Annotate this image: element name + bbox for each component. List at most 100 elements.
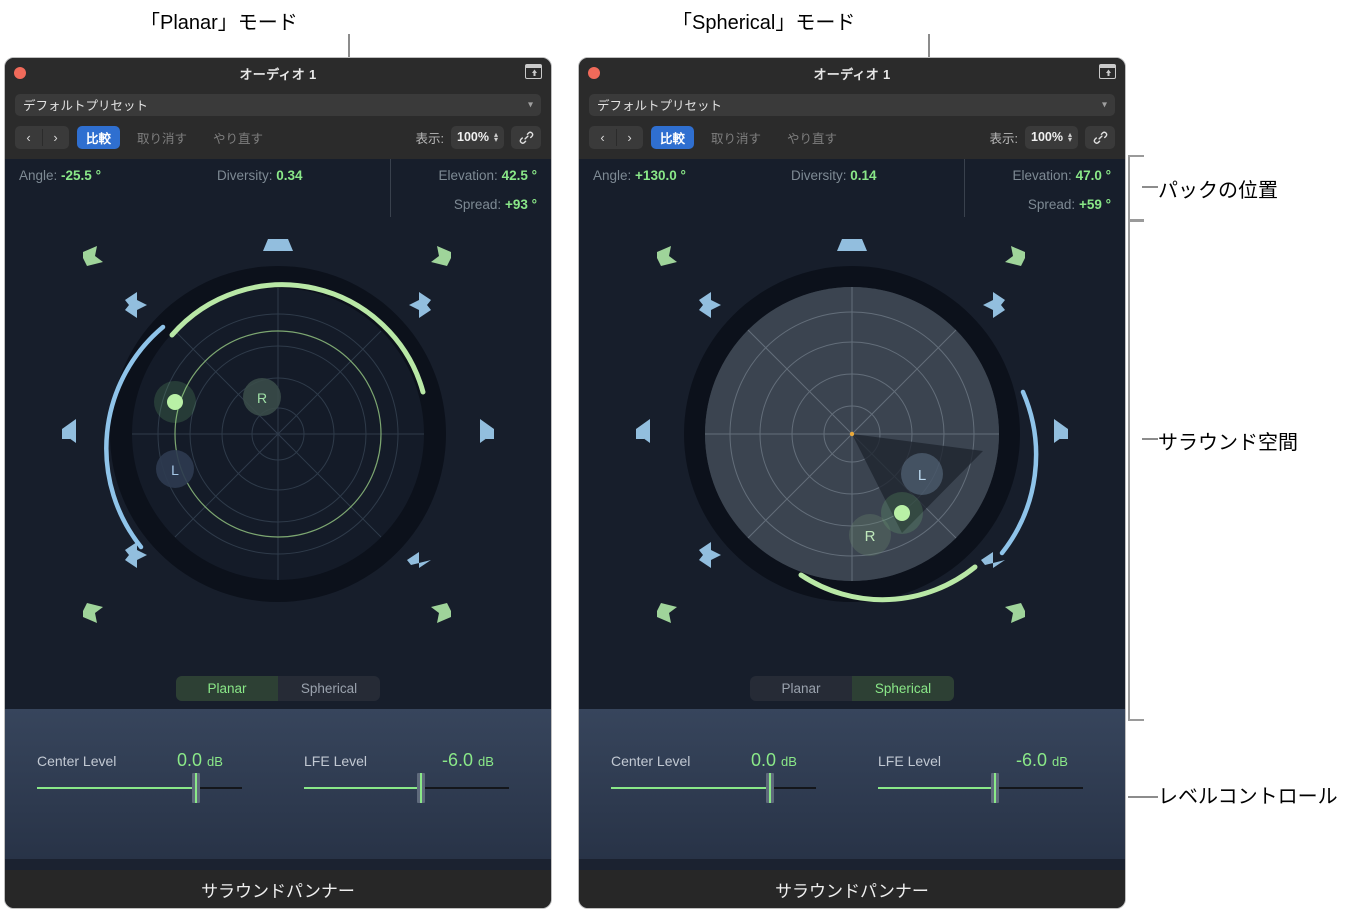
level-controls-planar: Center Level 0.0 dB LFE Level -6.0 dB [5, 709, 551, 859]
preset-select[interactable]: デフォルトプリセット ▾ [589, 93, 1115, 116]
mode-segment-group[interactable]: Planar Spherical [750, 676, 954, 701]
nav-button-group: ‹ › [15, 125, 69, 149]
surround-panner-planar[interactable]: R L Planar Spherical [5, 217, 551, 709]
param-elevation-value: 42.5 ° [501, 168, 537, 183]
window-title: オーディオ 1 [239, 66, 317, 82]
param-angle-label: Angle: [593, 168, 632, 183]
close-dot-icon[interactable] [14, 67, 26, 79]
center-level-thumb[interactable] [766, 773, 774, 803]
toolbar-planar: ‹ › 比較 取り消す やり直す 表示: 100% ▴ ▾ [5, 121, 551, 159]
param-spread[interactable]: Spread: +59 ° [1028, 197, 1111, 212]
param-diversity[interactable]: Diversity: 0.34 [217, 168, 303, 183]
prev-preset-button[interactable]: ‹ [15, 126, 42, 149]
param-diversity-label: Diversity: [791, 168, 847, 183]
titlebar-planar: オーディオ 1 [5, 58, 551, 88]
close-dot-icon[interactable] [588, 67, 600, 79]
param-diversity-value: 0.34 [276, 168, 303, 183]
expand-window-icon[interactable] [525, 64, 542, 79]
param-angle-value: -25.5 ° [61, 168, 101, 183]
lfe-level-thumb[interactable] [417, 773, 425, 803]
view-zoom-value: 100% [457, 130, 489, 144]
param-spread-label: Spread: [1027, 197, 1076, 212]
param-elevation-label: Elevation: [1012, 168, 1072, 183]
view-zoom-stepper[interactable]: 100% ▴ ▾ [451, 125, 504, 149]
callout-puck-position: パックの位置 [1158, 180, 1278, 202]
view-label: 表示: [415, 131, 444, 146]
param-spread-value: +59 ° [1078, 197, 1111, 212]
link-chain-icon[interactable] [511, 125, 541, 149]
param-readout-planar: Angle: -25.5 ° Diversity: 0.34 Elevation… [5, 159, 551, 217]
expand-window-icon[interactable] [1099, 64, 1116, 79]
plugin-window-planar[interactable]: オーディオ 1 デフォルトプリセット ▾ ‹ › 比較 取り消す やり直す 表示… [4, 57, 552, 909]
preset-value: デフォルトプリセット [23, 99, 149, 113]
param-diversity[interactable]: Diversity: 0.14 [791, 168, 877, 183]
footer-label: サラウンドパンナー [201, 881, 355, 901]
param-diversity-label: Diversity: [217, 168, 273, 183]
prev-preset-button[interactable]: ‹ [589, 126, 616, 149]
center-level-track[interactable] [611, 773, 816, 803]
mode-segmented-planar[interactable]: Planar Spherical [5, 676, 551, 701]
param-divider [964, 159, 965, 217]
param-elevation[interactable]: Elevation: 47.0 ° [1013, 168, 1112, 183]
mode-planar-button[interactable]: Planar [750, 676, 852, 701]
mode-spherical-button[interactable]: Spherical [852, 676, 954, 701]
lfe-level-track[interactable] [878, 773, 1083, 803]
center-level-track[interactable] [37, 773, 242, 803]
stepper-updown-icon: ▴ ▾ [493, 130, 498, 144]
redo-button[interactable]: やり直す [778, 126, 846, 149]
param-divider [390, 159, 391, 217]
next-preset-button[interactable]: › [42, 126, 69, 149]
preset-select[interactable]: デフォルトプリセット ▾ [15, 93, 541, 116]
param-elevation-value: 47.0 ° [1075, 168, 1111, 183]
param-elevation[interactable]: Elevation: 42.5 ° [439, 168, 538, 183]
mode-segmented-spherical[interactable]: Planar Spherical [579, 676, 1125, 701]
bracket-puck-position [1128, 155, 1144, 221]
callout-level-control: レベルコントロール [1158, 786, 1338, 808]
panner-graphic-planar[interactable]: R L [5, 217, 551, 709]
param-angle[interactable]: Angle: +130.0 ° [593, 168, 686, 183]
toolbar-right-group: 表示: 100% ▴ ▾ [415, 125, 541, 149]
marker-l-label: L [918, 467, 926, 484]
lfe-level-label: LFE Level [878, 753, 942, 769]
lfe-level-value: -6.0 dB [442, 750, 494, 770]
center-origin-dot [849, 431, 855, 437]
mode-planar-button[interactable]: Planar [176, 676, 278, 701]
param-spread-value: +93 ° [504, 197, 537, 212]
mode-spherical-button[interactable]: Spherical [278, 676, 380, 701]
param-angle[interactable]: Angle: -25.5 ° [19, 168, 101, 183]
param-spread[interactable]: Spread: +93 ° [454, 197, 537, 212]
undo-button[interactable]: 取り消す [128, 126, 196, 149]
compare-button[interactable]: 比較 [77, 125, 121, 149]
mode-segment-group[interactable]: Planar Spherical [176, 676, 380, 701]
lfe-level-value: -6.0 dB [1016, 750, 1068, 770]
compare-button[interactable]: 比較 [651, 125, 695, 149]
screenshot-stage: 「Planar」モード 「Spherical」モード パックの位置 サラウンド空… [0, 0, 1349, 910]
view-label: 表示: [989, 131, 1018, 146]
footer-label: サラウンドパンナー [775, 881, 929, 901]
center-level-thumb[interactable] [192, 773, 200, 803]
param-diversity-value: 0.14 [850, 168, 877, 183]
next-preset-button[interactable]: › [616, 126, 643, 149]
chevron-down-icon: ▾ [1101, 99, 1107, 110]
preset-value: デフォルトプリセット [597, 99, 723, 113]
bracket-surround-space [1128, 220, 1144, 721]
surround-panner-spherical[interactable]: L R Planar Spherical [579, 217, 1125, 709]
chevron-down-icon: ▾ [527, 99, 533, 110]
param-angle-label: Angle: [19, 168, 58, 183]
undo-button[interactable]: 取り消す [702, 126, 770, 149]
lfe-level-track[interactable] [304, 773, 509, 803]
panner-graphic-spherical[interactable]: L R [579, 217, 1125, 709]
marker-l-label: L [171, 462, 179, 478]
view-zoom-value: 100% [1031, 130, 1063, 144]
plugin-window-spherical[interactable]: オーディオ 1 デフォルトプリセット ▾ ‹ › 比較 取り消す やり直す 表示… [578, 57, 1126, 909]
link-chain-icon[interactable] [1085, 125, 1115, 149]
puck-handle [894, 505, 910, 521]
view-zoom-stepper[interactable]: 100% ▴ ▾ [1025, 125, 1078, 149]
preset-bar-planar: デフォルトプリセット ▾ [5, 88, 551, 121]
level-controls-spherical: Center Level 0.0 dB LFE Level -6.0 dB [579, 709, 1125, 859]
redo-button[interactable]: やり直す [204, 126, 272, 149]
callout-line-level-control [1128, 796, 1158, 798]
lfe-level-thumb[interactable] [991, 773, 999, 803]
footer-planar: サラウンドパンナー [5, 870, 551, 908]
param-readout-spherical: Angle: +130.0 ° Diversity: 0.14 Elevatio… [579, 159, 1125, 217]
